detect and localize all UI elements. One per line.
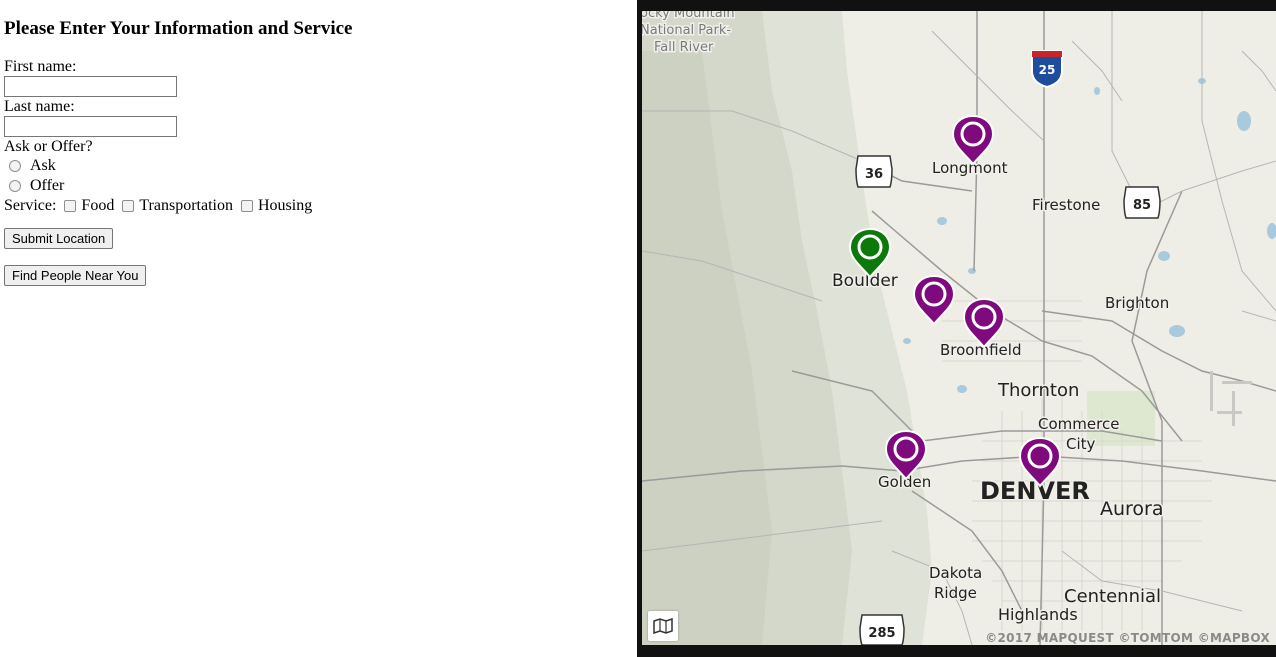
us85-shield: 85 bbox=[1123, 186, 1161, 219]
food-label: Food bbox=[81, 197, 115, 214]
thornton-label: Thornton bbox=[997, 380, 1079, 401]
last-name-label: Last name: bbox=[4, 98, 75, 115]
find-people-button[interactable]: Find People Near You bbox=[4, 265, 147, 286]
first-name-input[interactable] bbox=[4, 76, 177, 97]
brighton-label: Brighton bbox=[1105, 294, 1169, 312]
us285-label: 285 bbox=[868, 626, 895, 641]
ask-offer-label: Ask or Offer? bbox=[4, 138, 93, 155]
us285-shield: 285 bbox=[859, 614, 905, 645]
housing-checkbox[interactable] bbox=[240, 200, 253, 212]
offer-option[interactable]: Offer bbox=[4, 176, 634, 196]
aurora-label: Aurora bbox=[1100, 498, 1164, 520]
highlands-label: Highlands bbox=[998, 605, 1078, 624]
map-layers-button[interactable] bbox=[648, 611, 678, 641]
map-icon bbox=[653, 618, 673, 634]
firestone-label: Firestone bbox=[1032, 196, 1100, 214]
commerce-city-label-2: City bbox=[1066, 435, 1096, 453]
us36-label: 36 bbox=[865, 167, 883, 182]
us85-label: 85 bbox=[1133, 198, 1151, 213]
ask-label: Ask bbox=[30, 157, 56, 174]
centennial-label: Centennial bbox=[1064, 586, 1161, 607]
map-container[interactable]: 25 36 85 285 ocky Mountain National Park… bbox=[637, 0, 1276, 657]
ask-radio[interactable] bbox=[9, 160, 21, 172]
rocky-mountain-label-2: National Park- bbox=[642, 23, 731, 38]
first-name-label: First name: bbox=[4, 58, 77, 75]
dakota-ridge-label-1: Dakota bbox=[929, 564, 982, 582]
offer-label: Offer bbox=[30, 177, 65, 194]
boulder-label: Boulder bbox=[832, 271, 898, 291]
info-form: Please Enter Your Information and Servic… bbox=[4, 0, 634, 286]
service-row: Service: Food Transportation Housing bbox=[4, 196, 634, 216]
us36-shield: 36 bbox=[855, 155, 893, 188]
rocky-mountain-label-3: Fall River bbox=[654, 40, 714, 55]
commerce-city-label-1: Commerce bbox=[1038, 415, 1119, 433]
last-name-input[interactable] bbox=[4, 116, 177, 137]
offer-radio[interactable] bbox=[9, 180, 21, 192]
service-label: Service: bbox=[4, 197, 57, 214]
submit-location-button[interactable]: Submit Location bbox=[4, 228, 114, 249]
form-title: Please Enter Your Information and Servic… bbox=[4, 18, 353, 39]
i25-label: 25 bbox=[1039, 63, 1056, 77]
ask-option[interactable]: Ask bbox=[4, 156, 634, 176]
food-checkbox[interactable] bbox=[64, 200, 77, 212]
housing-label: Housing bbox=[257, 197, 313, 214]
map-attribution[interactable]: ©2017 MAPQUEST ©TOMTOM ©MAPBOX bbox=[985, 631, 1270, 645]
dakota-ridge-label-2: Ridge bbox=[934, 584, 977, 602]
i25-shield: 25 bbox=[1031, 50, 1063, 89]
transportation-checkbox[interactable] bbox=[122, 200, 135, 212]
rocky-mountain-label-1: ocky Mountain bbox=[642, 11, 735, 21]
transportation-label: Transportation bbox=[139, 197, 233, 214]
map-canvas[interactable]: 25 36 85 285 ocky Mountain National Park… bbox=[642, 11, 1276, 645]
